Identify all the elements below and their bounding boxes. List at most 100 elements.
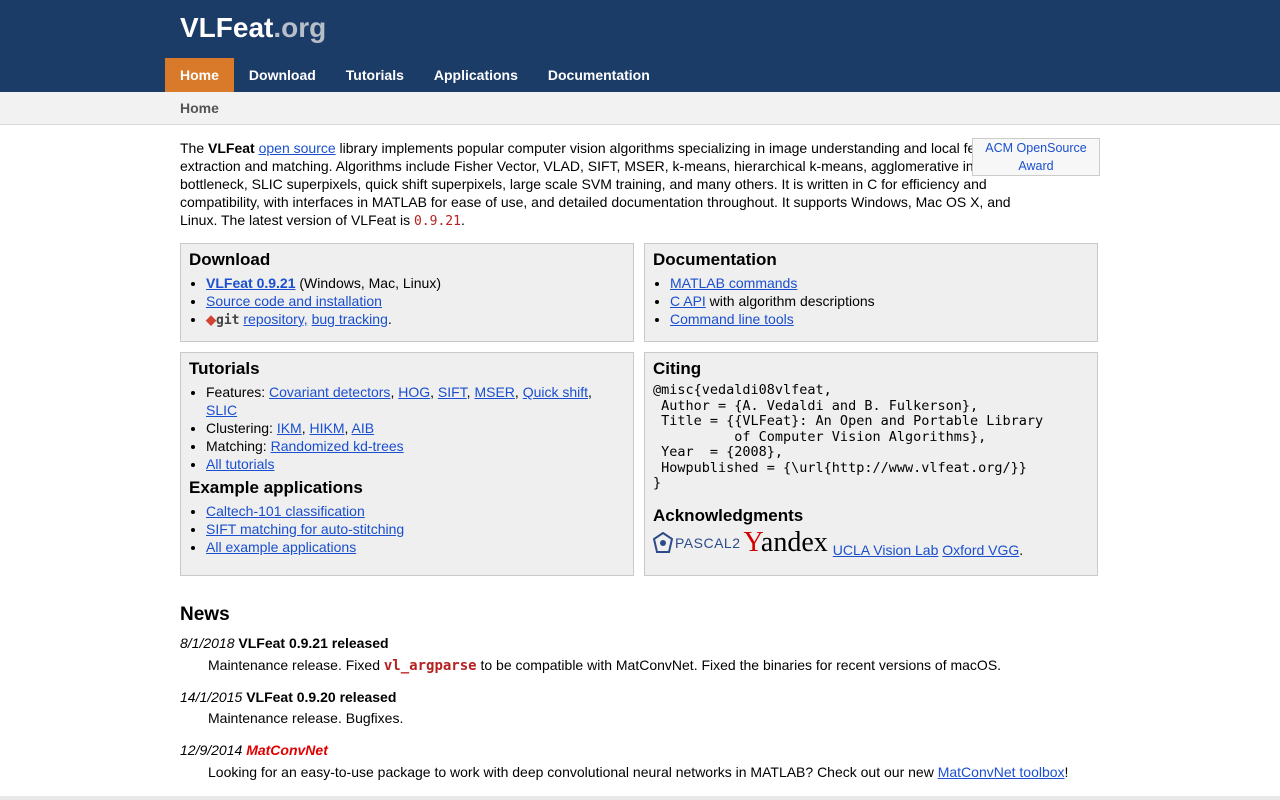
c-api-link[interactable]: C API — [670, 293, 706, 309]
ucla-vision-lab-link[interactable]: UCLA Vision Lab — [833, 542, 939, 558]
news-headline: VLFeat 0.9.20 released — [246, 689, 397, 705]
list-item: VLFeat 0.9.21 (Windows, Mac, Linux) — [206, 274, 625, 292]
features-label: Features: — [206, 384, 270, 400]
news-item-body: Maintenance release. Fixed vl_argparse t… — [208, 657, 1001, 674]
nav-home[interactable]: Home — [165, 58, 234, 92]
download-title: Download — [189, 250, 271, 269]
tutorials-box: Tutorials Features: Covariant detectors,… — [180, 352, 634, 576]
download-box: Download VLFeat 0.9.21 (Windows, Mac, Li… — [180, 243, 634, 342]
nav-download[interactable]: Download — [234, 58, 331, 92]
news-item-body: Looking for an easy-to-use package to wo… — [208, 764, 1068, 780]
slic-link[interactable]: SLIC — [206, 402, 237, 418]
list-item: Command line tools — [670, 310, 1089, 328]
yandex-y: Y — [743, 526, 761, 558]
acknowledgment-logos: PASCAL2 Yandex UCLA Vision Lab Oxford VG… — [653, 526, 1089, 558]
download-platforms: (Windows, Mac, Linux) — [295, 275, 441, 291]
yandex-logo[interactable]: Yandex — [743, 526, 828, 558]
footer-divider — [0, 796, 1280, 800]
hikm-link[interactable]: HIKM — [309, 420, 344, 436]
bug-tracking-link[interactable]: bug tracking — [312, 311, 388, 327]
examples-list: Caltech-101 classification SIFT matching… — [189, 502, 625, 556]
download-vlfeat-link[interactable]: VLFeat 0.9.21 — [206, 275, 296, 291]
command-line-tools-link[interactable]: Command line tools — [670, 311, 794, 327]
sift-stitching-link[interactable]: SIFT matching for auto-stitching — [206, 521, 404, 537]
caltech-link[interactable]: Caltech-101 classification — [206, 503, 365, 519]
all-tutorials-link[interactable]: All tutorials — [206, 456, 274, 472]
list-item: All tutorials — [206, 455, 625, 473]
breadcrumb: Home — [180, 100, 219, 116]
acm-award-box: ACM OpenSource Award — [972, 138, 1100, 176]
list-item: Features: Covariant detectors, HOG, SIFT… — [206, 383, 625, 419]
list-item: C API with algorithm descriptions — [670, 292, 1089, 310]
intro-paragraph: The VLFeat open source library implement… — [180, 139, 1050, 231]
git-label: git — [216, 313, 240, 328]
ack-links: UCLA Vision Lab Oxford VGG. — [833, 542, 1023, 558]
list-item: Clustering: IKM, HIKM, AIB — [206, 419, 625, 437]
pascal2-label: PASCAL2 — [675, 534, 741, 551]
site-logo[interactable]: VLFeat.org — [180, 12, 326, 44]
sift-link[interactable]: SIFT — [438, 384, 467, 400]
tutorials-list: Features: Covariant detectors, HOG, SIFT… — [189, 383, 625, 473]
news-item-header: 14/1/2015 VLFeat 0.9.20 released — [180, 689, 396, 705]
list-item: MATLAB commands — [670, 274, 1089, 292]
latest-version: 0.9.21 — [413, 214, 461, 229]
nav-applications[interactable]: Applications — [419, 58, 533, 92]
documentation-title: Documentation — [653, 250, 777, 269]
ack-end: . — [1019, 541, 1024, 558]
main-nav: Home Download Tutorials Applications Doc… — [165, 58, 665, 92]
pascal2-logo[interactable]: PASCAL2 — [653, 528, 741, 558]
acknowledgments-title: Acknowledgments — [653, 505, 804, 525]
intro-text-4: . — [460, 212, 465, 228]
citing-title: Citing — [653, 359, 702, 378]
repository-link[interactable]: repository, — [243, 311, 307, 327]
list-item: Source code and installation — [206, 292, 625, 310]
logo-main: VLFeat — [180, 12, 274, 43]
news-item-body: Maintenance release. Bugfixes. — [208, 710, 404, 726]
source-code-link[interactable]: Source code and installation — [206, 293, 382, 309]
matching-label: Matching: — [206, 438, 271, 454]
matlab-commands-link[interactable]: MATLAB commands — [670, 275, 797, 291]
site-header: VLFeat.org Home Download Tutorials Appli… — [0, 0, 1280, 92]
acm-award-link[interactable]: ACM OpenSource Award — [985, 141, 1086, 173]
list-item: Matching: Randomized kd-trees — [206, 437, 625, 455]
kd-trees-link[interactable]: Randomized kd-trees — [271, 438, 404, 454]
news-headline: VLFeat 0.9.21 released — [238, 635, 389, 651]
quick-shift-link[interactable]: Quick shift — [523, 384, 588, 400]
list-item: SIFT matching for auto-stitching — [206, 520, 625, 538]
award-line1: ACM OpenSource — [985, 141, 1087, 155]
download-list: VLFeat 0.9.21 (Windows, Mac, Linux) Sour… — [189, 274, 625, 330]
news-body-post: to be compatible with MatConvNet. Fixed … — [476, 657, 1002, 673]
news-body-pre: Looking for an easy-to-use package to wo… — [208, 764, 938, 780]
c-api-description: with algorithm descriptions — [705, 293, 875, 309]
news-item-header: 8/1/2018 VLFeat 0.9.21 released — [180, 635, 389, 651]
tutorials-title: Tutorials — [189, 359, 260, 378]
mser-link[interactable]: MSER — [474, 384, 514, 400]
nav-documentation[interactable]: Documentation — [533, 58, 665, 92]
nav-tutorials[interactable]: Tutorials — [331, 58, 419, 92]
matconvnet-toolbox-link[interactable]: MatConvNet toolbox — [938, 764, 1065, 780]
pascal-emblem-icon — [653, 531, 673, 553]
news-date: 12/9/2014 — [180, 742, 243, 758]
news-body-pre: Maintenance release. Fixed — [208, 657, 384, 673]
oxford-vgg-link[interactable]: Oxford VGG — [942, 542, 1019, 558]
bibtex-citation: @misc{vedaldi08vlfeat, Author = {A. Veda… — [653, 382, 1044, 491]
aib-link[interactable]: AIB — [352, 420, 375, 436]
documentation-box: Documentation MATLAB commands C API with… — [644, 243, 1098, 342]
open-source-link[interactable]: open source — [259, 140, 336, 156]
news-headline-matconvnet[interactable]: MatConvNet — [246, 742, 328, 758]
news-body-code: vl_argparse — [383, 658, 477, 674]
award-line2: Award — [1018, 159, 1054, 173]
hog-link[interactable]: HOG — [398, 384, 430, 400]
covariant-detectors-link[interactable]: Covariant detectors — [269, 384, 390, 400]
ikm-link[interactable]: IKM — [277, 420, 302, 436]
all-examples-link[interactable]: All example applications — [206, 539, 356, 555]
news-date: 8/1/2018 — [180, 635, 235, 651]
clustering-label: Clustering: — [206, 420, 277, 436]
documentation-list: MATLAB commands C API with algorithm des… — [653, 274, 1089, 328]
news-item-header: 12/9/2014 MatConvNet — [180, 742, 328, 758]
citing-box: Citing @misc{vedaldi08vlfeat, Author = {… — [644, 352, 1098, 576]
yandex-rest: andex — [760, 526, 828, 558]
list-item: Caltech-101 classification — [206, 502, 625, 520]
example-applications-title: Example applications — [189, 478, 363, 497]
list-item: All example applications — [206, 538, 625, 556]
